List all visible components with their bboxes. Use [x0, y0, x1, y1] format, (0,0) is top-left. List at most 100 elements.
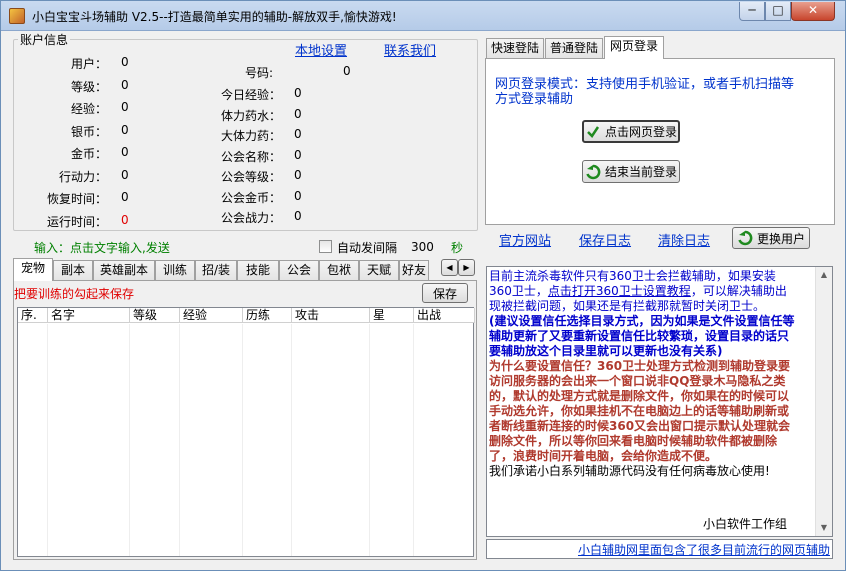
list-gridline: [47, 324, 48, 556]
clear-log-link[interactable]: 清除日志: [658, 230, 710, 249]
log-link[interactable]: 点击打开360卫士设置教程: [548, 284, 691, 298]
account-field-value: 0: [121, 145, 129, 159]
account-info-caption: 账户信息: [18, 31, 71, 48]
list-column-header[interactable]: 名字: [48, 308, 130, 323]
web-login-description: 网页登录模式：支持使用手机验证，或者手机扫描等方式登录辅助: [495, 77, 795, 107]
list-column-header[interactable]: 序.: [18, 308, 48, 323]
scroll-up-arrow[interactable]: ▲: [816, 267, 832, 283]
function-tab[interactable]: 招/装: [195, 260, 237, 281]
account-field-value: 0: [121, 190, 129, 204]
maximize-button[interactable]: □: [765, 2, 791, 21]
contact-us-link[interactable]: 联系我们: [384, 40, 436, 59]
id-value: 0: [343, 64, 351, 78]
account-field-label: 等级：: [70, 79, 107, 94]
account-field-value: 0: [294, 147, 302, 162]
function-tab[interactable]: 公会: [279, 260, 319, 281]
function-tab[interactable]: 副本: [53, 260, 93, 281]
list-gridline: [291, 324, 292, 556]
switch-user-icon: [737, 230, 753, 246]
account-field-value: 0: [294, 86, 302, 100]
refresh-icon: [585, 164, 601, 180]
list-gridline: [474, 324, 475, 556]
account-field-label: 用户：: [70, 57, 107, 71]
function-tab[interactable]: 宠物: [13, 258, 53, 281]
account-field-label: 银币：: [70, 124, 107, 139]
tab-normal-login[interactable]: 普通登陆: [545, 38, 603, 59]
footer-link[interactable]: 小白辅助网里面包含了很多目前流行的网页辅助: [578, 541, 830, 558]
log-paragraph: 为什么要设置信任？360卫士处理方式检测到辅助登录要访问服务器的会出来一个窗口说…: [489, 359, 791, 463]
auto-send-interval-input[interactable]: [409, 238, 445, 255]
save-train-button[interactable]: 保存: [422, 283, 468, 303]
window-title: 小白宝宝斗场辅助 V2.5--打造最简单实用的辅助-解放双手,愉快游戏!: [32, 10, 397, 24]
pet-list[interactable]: 序. 名字 等级 经验 历练 攻击星出战: [17, 307, 475, 557]
main-window: 小白宝宝斗场辅助 V2.5--打造最简单实用的辅助-解放双手,愉快游戏! ─ □…: [0, 0, 846, 571]
minimize-button[interactable]: ─: [739, 2, 765, 21]
save-log-link[interactable]: 保存日志: [579, 230, 631, 249]
account-field-label: 公会金币：: [220, 190, 281, 205]
account-field-value: 0: [121, 167, 129, 182]
account-field-value: 0: [121, 122, 129, 137]
list-column-header[interactable]: 出战: [414, 308, 475, 323]
list-gridline: [179, 324, 180, 556]
app-icon: [9, 8, 25, 24]
function-tab[interactable]: 好友: [399, 260, 429, 281]
account-field-label: 经验：: [70, 102, 107, 116]
end-current-login-button[interactable]: 结束当前登录: [582, 160, 680, 183]
log-paragraph: (建议设置信任选择目录方式，因为如果是文件设置信任等辅助更新了又要重新设置信任比…: [489, 314, 795, 358]
account-field-label: 运行时间：: [46, 214, 107, 229]
function-tab[interactable]: 英雄副本: [93, 260, 155, 281]
list-gridline: [413, 324, 414, 556]
list-column-header[interactable]: 经验: [180, 308, 243, 323]
account-field-label: 体力药水：: [220, 108, 281, 123]
list-column-header[interactable]: 历练: [243, 308, 292, 323]
log-memo[interactable]: 目前主流杀毒软件只有360卫士会拦截辅助，如果安装360卫士，点击打开360卫士…: [486, 266, 833, 537]
local-settings-link[interactable]: 本地设置: [295, 40, 347, 59]
log-signature: 小白软件工作组: [703, 517, 788, 531]
account-field-value: 0: [121, 100, 129, 114]
list-column-header[interactable]: 星: [370, 308, 414, 323]
id-label: 号码:: [245, 66, 274, 80]
log-scrollbar[interactable]: ▲ ▼: [815, 267, 832, 536]
account-field-label: 行动力：: [58, 169, 107, 184]
function-tab[interactable]: 技能: [237, 260, 279, 281]
end-current-login-button-label: 结束当前登录: [604, 165, 677, 179]
tab-web-login[interactable]: 网页登录: [604, 36, 664, 59]
login-tab-panel: 网页登录模式：支持使用手机验证，或者手机扫描等方式登录辅助 点击网页登录 结束当…: [485, 58, 835, 225]
account-field-label: 恢复时间：: [46, 192, 107, 206]
account-field-value: 0: [294, 188, 302, 203]
switch-user-button-label: 更换用户: [756, 231, 805, 246]
tab-quick-login[interactable]: 快速登陆: [486, 38, 544, 59]
web-login-button-label: 点击网页登录: [604, 125, 677, 139]
auto-send-checkbox[interactable]: [319, 240, 332, 253]
account-field-value: 0: [294, 106, 302, 121]
account-field-label: 公会名称：: [220, 149, 281, 164]
auto-send-unit: 秒: [451, 241, 464, 255]
switch-user-button[interactable]: 更换用户: [732, 227, 810, 249]
account-field-value: 0: [121, 55, 129, 69]
list-gridline: [129, 324, 130, 556]
list-column-header[interactable]: 等级: [130, 308, 180, 323]
scroll-down-arrow[interactable]: ▼: [816, 520, 832, 536]
account-field-label: 公会战力：: [220, 211, 281, 225]
list-column-header[interactable]: 攻击: [292, 308, 370, 323]
tab-scroll-left-button[interactable]: ◀: [441, 259, 458, 276]
official-site-link[interactable]: 官方网站: [499, 230, 551, 249]
account-field-value: 0: [294, 168, 302, 182]
input-hint-text[interactable]: 输入：点击文字输入,发送: [34, 239, 170, 256]
close-button[interactable]: ✕: [791, 2, 835, 21]
function-tab[interactable]: 训练: [155, 260, 195, 281]
train-hint-text: 把要训练的勾起来保存: [14, 287, 135, 301]
function-tab[interactable]: 包袱: [319, 260, 359, 281]
tab-scroll-right-button[interactable]: ▶: [458, 259, 475, 276]
account-field-label: 金币：: [70, 147, 107, 161]
web-login-button[interactable]: 点击网页登录: [582, 120, 680, 143]
function-tab[interactable]: 天赋: [359, 260, 399, 281]
account-field-label: 大体力药：: [220, 129, 281, 143]
title-bar[interactable]: 小白宝宝斗场辅助 V2.5--打造最简单实用的辅助-解放双手,愉快游戏! ─ □…: [1, 1, 845, 31]
footer-link-bar: 小白辅助网里面包含了很多目前流行的网页辅助: [486, 539, 833, 559]
function-tab-panel: 把要训练的勾起来保存 保存 序. 名字 等级 经验 历练 攻击星出战: [13, 280, 477, 560]
check-icon: [585, 124, 601, 140]
account-field-value: 0: [294, 209, 302, 223]
account-field-value: 0: [121, 212, 129, 227]
log-text: 目前主流杀毒软件只有360卫士会拦截辅助，如果安装360卫士，点击打开360卫士…: [489, 269, 797, 479]
